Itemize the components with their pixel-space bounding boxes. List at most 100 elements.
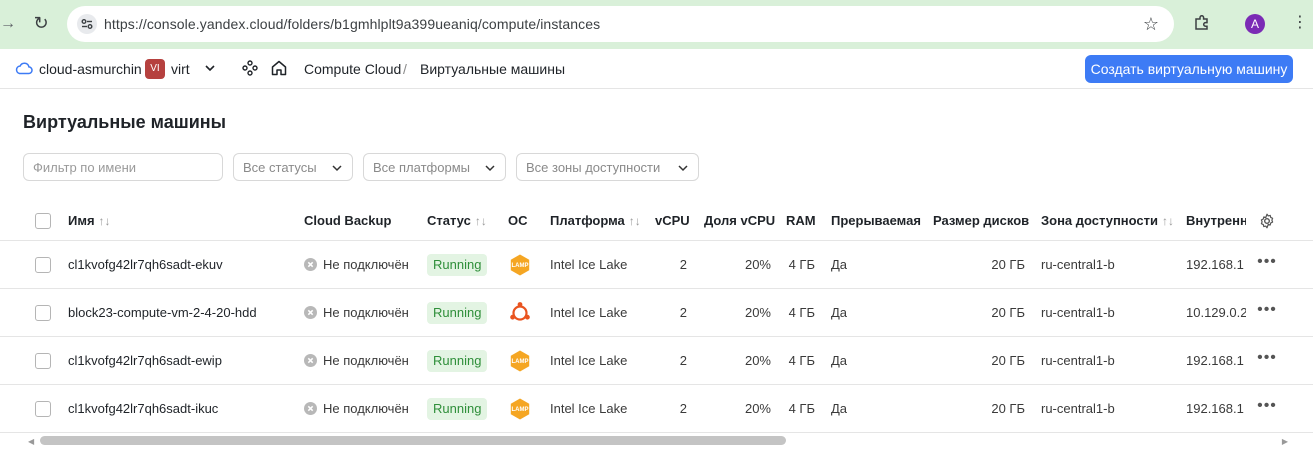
row-actions-icon[interactable]: ••• bbox=[1257, 302, 1277, 323]
row-checkbox[interactable] bbox=[35, 257, 51, 273]
table-row[interactable]: cl1kvofg42lr7qh6sadt-ekuv Не подключён Run… bbox=[0, 241, 1313, 289]
lamp-os-icon: LAMP bbox=[510, 350, 530, 372]
internal-ip-cell: 192.168.1 bbox=[1186, 401, 1244, 416]
gear-icon[interactable] bbox=[1259, 213, 1275, 229]
row-actions-icon[interactable]: ••• bbox=[1257, 350, 1277, 371]
ram-cell: 4 ГБ bbox=[788, 257, 815, 272]
platform-filter-label: Все платформы bbox=[373, 160, 470, 175]
chevron-down-icon[interactable] bbox=[203, 61, 217, 75]
vm-name-link[interactable]: block23-compute-vm-2-4-20-hdd bbox=[68, 305, 257, 320]
sort-icon[interactable]: ↑↓ bbox=[475, 214, 487, 228]
bookmark-star-icon[interactable]: ☆ bbox=[1140, 13, 1162, 35]
not-connected-icon bbox=[304, 354, 317, 367]
scroll-right-icon[interactable]: ▶ bbox=[1282, 437, 1288, 446]
disk-size-cell: 20 ГБ bbox=[991, 305, 1025, 320]
page-title: Виртуальные машины bbox=[23, 112, 227, 132]
column-header-backup: Cloud Backup bbox=[304, 213, 392, 228]
home-icon[interactable] bbox=[270, 59, 288, 77]
backup-status: Не подключён bbox=[304, 353, 409, 368]
cloud-name[interactable]: cloud-asmurchin bbox=[39, 61, 142, 77]
status-badge: Running bbox=[427, 302, 488, 324]
backup-status: Не подключён bbox=[304, 305, 409, 320]
column-header-os: ОС bbox=[508, 213, 528, 228]
create-vm-button[interactable]: Создать виртуальную машину bbox=[1085, 55, 1293, 83]
site-settings-icon[interactable] bbox=[77, 14, 97, 34]
zone-filter-label: Все зоны доступности bbox=[526, 160, 661, 175]
browser-toolbar: → ↻ https://console.yandex.cloud/folders… bbox=[0, 0, 1313, 49]
backup-status: Не подключён bbox=[304, 401, 409, 416]
vm-name-link[interactable]: cl1kvofg42lr7qh6sadt-ekuv bbox=[68, 257, 223, 272]
folder-name[interactable]: virt bbox=[171, 61, 190, 77]
column-header-platform[interactable]: Платформа ↑↓ bbox=[550, 213, 641, 228]
sort-icon[interactable]: ↑↓ bbox=[629, 214, 641, 228]
zone-cell: ru-central1-b bbox=[1041, 257, 1115, 272]
extensions-puzzle-icon[interactable] bbox=[1192, 13, 1212, 33]
select-all-checkbox[interactable] bbox=[35, 213, 51, 229]
back-arrow-icon[interactable]: → bbox=[0, 14, 16, 34]
column-header-vcpu: vCPU bbox=[655, 213, 690, 228]
disk-size-cell: 20 ГБ bbox=[991, 353, 1025, 368]
column-header-name[interactable]: Имя ↑↓ bbox=[68, 213, 111, 228]
row-actions-icon[interactable]: ••• bbox=[1257, 254, 1277, 275]
address-bar[interactable]: https://console.yandex.cloud/folders/b1g… bbox=[67, 6, 1174, 42]
platform-cell: Intel Ice Lake bbox=[550, 401, 628, 416]
name-filter-input[interactable] bbox=[23, 153, 223, 181]
table-header: Имя ↑↓ Cloud Backup Статус ↑↓ ОС Платформа… bbox=[0, 200, 1313, 241]
ram-cell: 4 ГБ bbox=[788, 353, 815, 368]
row-actions-icon[interactable]: ••• bbox=[1257, 398, 1277, 419]
horizontal-scrollbar[interactable]: ◀ ▶ bbox=[28, 434, 1288, 446]
column-header-status[interactable]: Статус ↑↓ bbox=[427, 213, 487, 228]
internal-ip-cell: 192.168.1 bbox=[1186, 353, 1244, 368]
backup-status: Не подключён bbox=[304, 257, 409, 272]
vm-name-link[interactable]: cl1kvofg42lr7qh6sadt-ewip bbox=[68, 353, 222, 368]
row-checkbox[interactable] bbox=[35, 305, 51, 321]
not-connected-icon bbox=[304, 402, 317, 415]
row-checkbox[interactable] bbox=[35, 401, 51, 417]
scrollbar-thumb[interactable] bbox=[40, 436, 786, 445]
platform-filter-select[interactable]: Все платформы bbox=[363, 153, 506, 181]
vcpu-cell: 2 bbox=[679, 353, 687, 368]
table-row[interactable]: cl1kvofg42lr7qh6sadt-ikuc Не подключён Run… bbox=[0, 385, 1313, 433]
ram-cell: 4 ГБ bbox=[788, 305, 815, 320]
sort-icon[interactable]: ↑↓ bbox=[1162, 214, 1174, 228]
column-header-zone[interactable]: Зона доступности ↑↓ bbox=[1041, 213, 1174, 228]
vcpu-share-cell: 20% bbox=[744, 305, 771, 320]
platform-cell: Intel Ice Lake bbox=[550, 353, 628, 368]
column-header-internal-ip: Внутренн bbox=[1186, 213, 1246, 228]
preemptible-cell: Да bbox=[831, 257, 848, 272]
lamp-os-icon: LAMP bbox=[510, 254, 530, 276]
disk-size-cell: 20 ГБ bbox=[991, 401, 1025, 416]
table-row[interactable]: cl1kvofg42lr7qh6sadt-ewip Не подключён Run… bbox=[0, 337, 1313, 385]
vm-name-link[interactable]: cl1kvofg42lr7qh6sadt-ikuc bbox=[68, 401, 218, 416]
zone-cell: ru-central1-b bbox=[1041, 305, 1115, 320]
sort-icon[interactable]: ↑↓ bbox=[99, 214, 111, 228]
vcpu-cell: 2 bbox=[679, 401, 687, 416]
zone-cell: ru-central1-b bbox=[1041, 401, 1115, 416]
status-badge: Running bbox=[427, 350, 488, 372]
table-row[interactable]: block23-compute-vm-2-4-20-hdd Не подключё… bbox=[0, 289, 1313, 337]
ram-cell: 4 ГБ bbox=[788, 401, 815, 416]
services-icon[interactable] bbox=[242, 60, 258, 76]
reload-icon[interactable]: ↻ bbox=[30, 12, 52, 34]
row-checkbox[interactable] bbox=[35, 353, 51, 369]
zone-filter-select[interactable]: Все зоны доступности bbox=[516, 153, 699, 181]
vcpu-share-cell: 20% bbox=[744, 353, 771, 368]
not-connected-icon bbox=[304, 258, 317, 271]
chevron-down-icon bbox=[678, 165, 688, 172]
vcpu-cell: 2 bbox=[679, 257, 687, 272]
platform-cell: Intel Ice Lake bbox=[550, 305, 628, 320]
status-badge: Running bbox=[427, 398, 488, 420]
column-header-disk-size: Размер дисков bbox=[933, 213, 1030, 228]
scroll-left-icon[interactable]: ◀ bbox=[28, 437, 34, 446]
status-filter-select[interactable]: Все статусы bbox=[233, 153, 353, 181]
breadcrumb-compute-cloud[interactable]: Compute Cloud bbox=[304, 61, 401, 77]
breadcrumb-separator: / bbox=[403, 61, 407, 77]
browser-menu-icon[interactable]: ⋮ bbox=[1292, 12, 1308, 34]
zone-cell: ru-central1-b bbox=[1041, 353, 1115, 368]
platform-cell: Intel Ice Lake bbox=[550, 257, 628, 272]
url-text[interactable]: https://console.yandex.cloud/folders/b1g… bbox=[104, 16, 600, 32]
svg-text:LAMP: LAMP bbox=[512, 407, 529, 413]
lamp-os-icon: LAMP bbox=[510, 398, 530, 420]
preemptible-cell: Да bbox=[831, 305, 848, 320]
profile-avatar[interactable]: A bbox=[1245, 14, 1265, 34]
